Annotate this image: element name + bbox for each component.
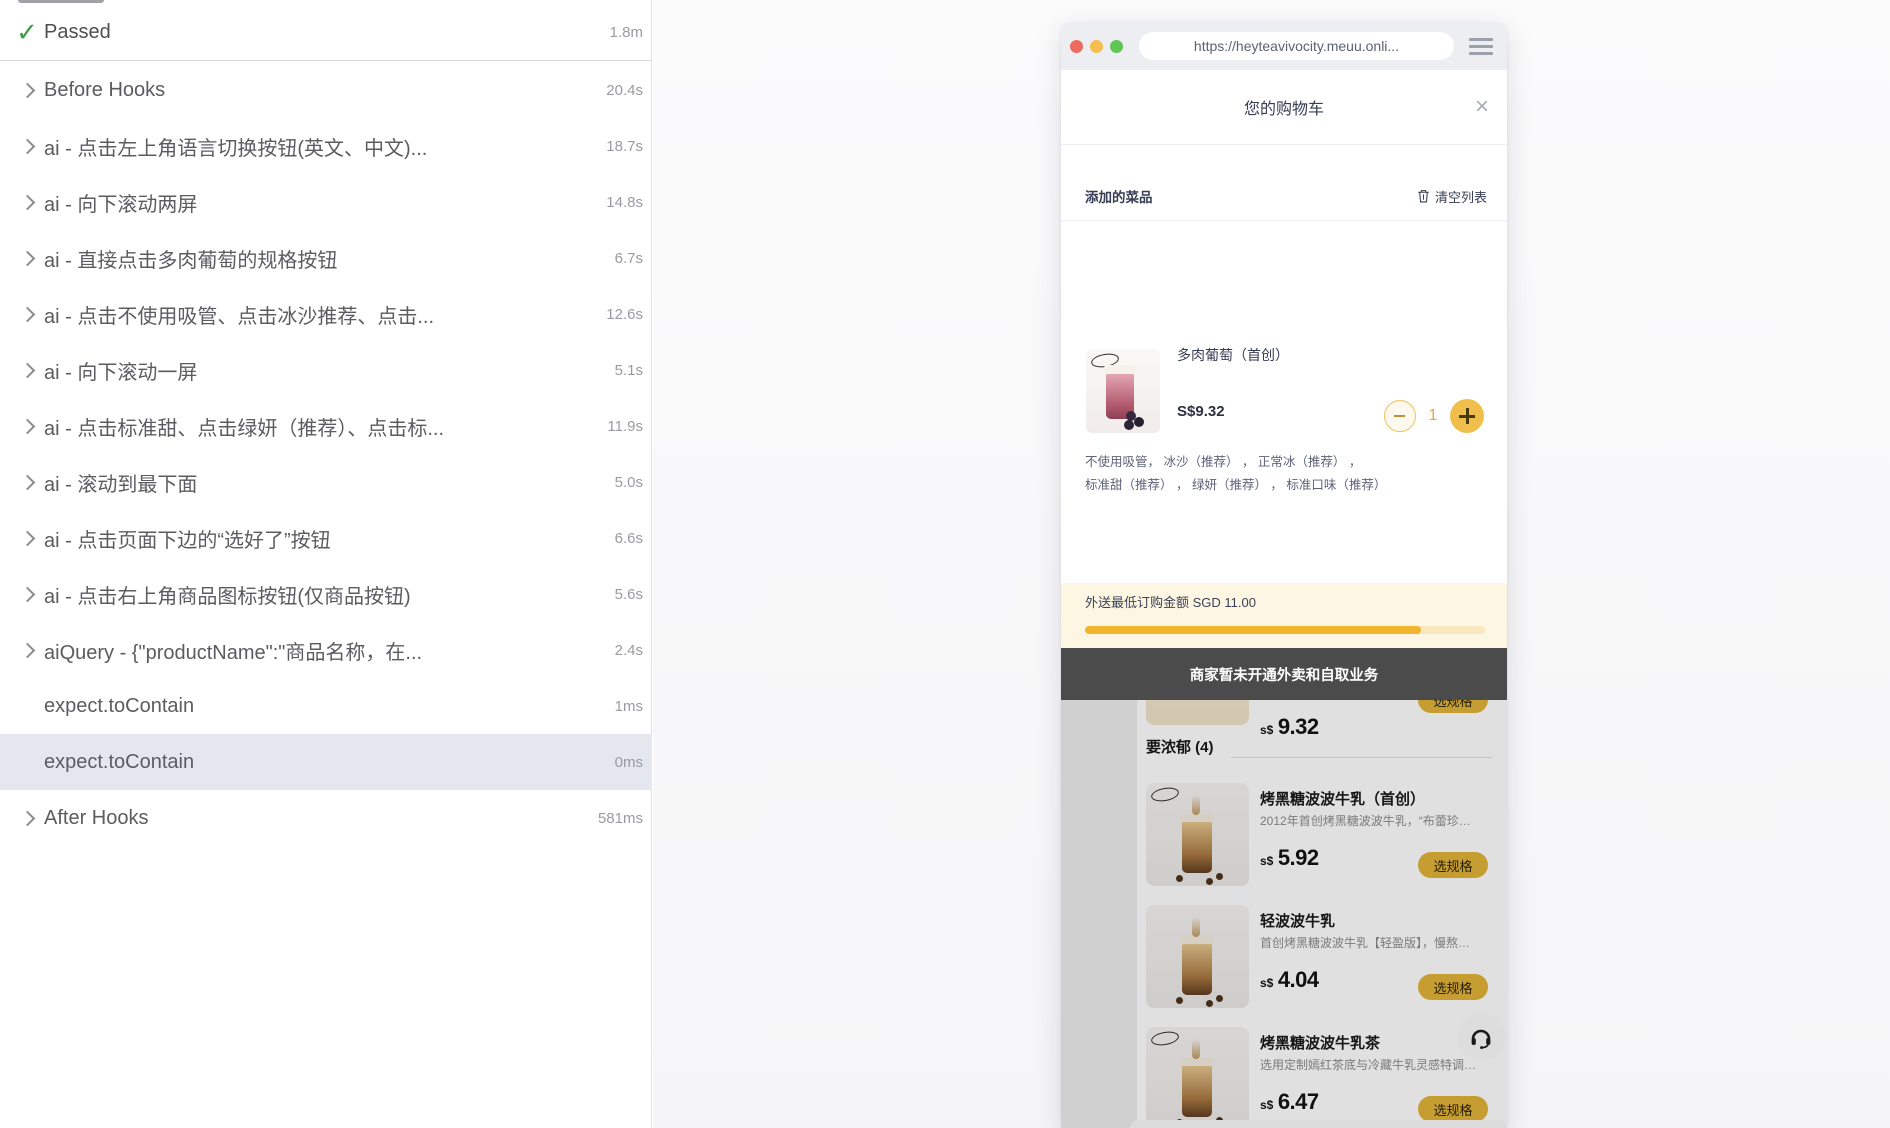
step-label: ai - 点击左上角语言切换按钮(英文、中文)... (44, 132, 427, 161)
min-order-banner: 外送最低订购金额 SGD 11.00 (1061, 583, 1507, 648)
step-label: ai - 点击页面下边的“选好了”按钮 (44, 524, 331, 553)
chevron-right-icon (10, 197, 44, 208)
chevron-right-icon (10, 365, 44, 376)
service-notice-text: 商家暂未开通外卖和自取业务 (1190, 664, 1379, 685)
step-label: expect.toContain (44, 751, 194, 774)
screen: ✓ Passed 1.8m Before Hooks 20.4s ai - 点击左上… (0, 0, 1890, 1128)
step-list: Before Hooks 20.4s ai - 点击左上角语言切换按钮(英文、中文)… (0, 62, 652, 846)
cart-section-title: 添加的菜品 (1085, 186, 1153, 206)
step-duration: 14.8s (598, 194, 643, 211)
chevron-right-icon (10, 141, 44, 152)
service-notice-bar: 商家暂未开通外卖和自取业务 (1061, 648, 1507, 700)
chevron-right-icon (10, 533, 44, 544)
step-label: ai - 滚动到最下面 (44, 468, 197, 497)
decrease-quantity-button[interactable] (1384, 400, 1416, 432)
chevron-right-icon (10, 813, 44, 824)
maximize-traffic-light[interactable] (1110, 40, 1123, 53)
step-duration: 5.1s (607, 362, 643, 379)
minimize-traffic-light[interactable] (1090, 40, 1103, 53)
scrolled-partial-element (18, 0, 104, 3)
step-row[interactable]: expect.toContain 1ms (0, 678, 652, 734)
cart-item-price: S$9.32 (1177, 403, 1225, 420)
step-row[interactable]: ai - 向下滚动一屏 5.1s (0, 342, 652, 398)
step-label: After Hooks (44, 807, 148, 830)
url-bar[interactable]: https://heyteavivocity.meuu.onli... (1139, 32, 1454, 60)
divider (0, 60, 652, 61)
chevron-right-icon (10, 421, 44, 432)
specs-line-2: 标准甜（推荐） ， 绿妍（推荐） ， 标准口味（推荐） (1085, 474, 1485, 497)
step-duration: 11.9s (599, 418, 643, 435)
step-row[interactable]: ai - 向下滚动两屏 14.8s (0, 174, 652, 230)
step-row[interactable]: ai - 点击右上角商品图标按钮(仅商品按钮) 5.6s (0, 566, 652, 622)
step-label: aiQuery - {"productName":"商品名称，在... (44, 636, 422, 665)
test-status-duration: 1.8m (610, 24, 643, 41)
step-row[interactable]: ai - 点击页面下边的“选好了”按钮 6.6s (0, 510, 652, 566)
step-row[interactable]: aiQuery - {"productName":"商品名称，在... 2.4s (0, 622, 652, 678)
step-row[interactable]: ai - 点击左上角语言切换按钮(英文、中文)... 18.7s (0, 118, 652, 174)
test-report-panel: ✓ Passed 1.8m Before Hooks 20.4s ai - 点击左上… (0, 0, 652, 1128)
specs-line-1: 不使用吸管， 冰沙（推荐） ， 正常冰（推荐） ， (1085, 451, 1485, 474)
step-label: ai - 向下滚动两屏 (44, 188, 197, 217)
chevron-right-icon (10, 589, 44, 600)
test-status-row[interactable]: ✓ Passed 1.8m (0, 4, 652, 60)
step-label: ai - 点击不使用吸管、点击冰沙推荐、点击... (44, 300, 434, 329)
step-label: ai - 直接点击多肉葡萄的规格按钮 (44, 244, 337, 273)
cart-item-name: 多肉葡萄（首创） (1177, 345, 1289, 365)
chevron-right-icon (10, 477, 44, 488)
step-duration: 6.6s (607, 530, 643, 547)
step-duration: 2.4s (607, 642, 643, 659)
min-order-progress-fill (1085, 626, 1421, 634)
step-label: ai - 向下滚动一屏 (44, 356, 197, 385)
chevron-right-icon (10, 253, 44, 264)
preview-area: https://heyteavivocity.meuu.onli... 您的购物… (653, 0, 1890, 1128)
chevron-right-icon (10, 85, 44, 96)
step-label: expect.toContain (44, 695, 194, 718)
cart-item-image (1086, 349, 1160, 433)
step-duration: 581ms (590, 810, 643, 827)
increase-quantity-button[interactable] (1450, 399, 1484, 433)
step-duration: 12.6s (598, 306, 643, 323)
close-traffic-light[interactable] (1070, 40, 1083, 53)
step-row[interactable]: Before Hooks 20.4s (0, 62, 652, 118)
step-row[interactable]: expect.toContain 0ms (0, 734, 652, 790)
step-row[interactable]: ai - 滚动到最下面 5.0s (0, 454, 652, 510)
menu-icon[interactable] (1469, 38, 1493, 55)
chevron-right-icon (10, 645, 44, 656)
step-label: ai - 点击右上角商品图标按钮(仅商品按钮) (44, 580, 411, 609)
browser-window: https://heyteavivocity.meuu.onli... 您的购物… (1061, 22, 1507, 1128)
min-order-label: 外送最低订购金额 SGD 11.00 (1085, 592, 1256, 611)
step-label: Before Hooks (44, 79, 165, 102)
cart-item-specs: 不使用吸管， 冰沙（推荐） ， 正常冰（推荐） ， 标准甜（推荐） ， 绿妍（推… (1085, 451, 1485, 497)
clear-list-label: 清空列表 (1435, 187, 1487, 206)
cart-title: 您的购物车 (1244, 95, 1324, 119)
check-icon: ✓ (10, 17, 44, 48)
browser-chrome: https://heyteavivocity.meuu.onli... (1061, 22, 1507, 70)
step-row[interactable]: After Hooks 581ms (0, 790, 652, 846)
step-row[interactable]: ai - 直接点击多肉葡萄的规格按钮 6.7s (0, 230, 652, 286)
step-duration: 5.0s (607, 474, 643, 491)
menu-page: s$ 9.32 选规格 要浓郁 (4) 烤黑糖波波牛乳（首创） 2012年首创烤… (1061, 700, 1507, 1128)
modal-scrim[interactable] (1061, 700, 1507, 1128)
cart-body: 添加的菜品 清空列表 多肉葡萄（首创） S$9.32 (1061, 145, 1507, 583)
step-duration: 6.7s (607, 250, 643, 267)
close-icon[interactable]: × (1475, 95, 1489, 119)
cart-header: 您的购物车 × (1061, 70, 1507, 145)
step-duration: 1ms (607, 698, 643, 715)
step-row[interactable]: ai - 点击不使用吸管、点击冰沙推荐、点击... 12.6s (0, 286, 652, 342)
chevron-right-icon (10, 309, 44, 320)
quantity-value: 1 (1416, 407, 1450, 425)
divider (1061, 220, 1507, 221)
step-duration: 0ms (607, 754, 643, 771)
step-duration: 18.7s (598, 138, 643, 155)
trash-icon (1417, 189, 1430, 203)
test-status-label: Passed (44, 21, 111, 44)
step-row[interactable]: ai - 点击标准甜、点击绿妍（推荐）、点击标... 11.9s (0, 398, 652, 454)
step-label: ai - 点击标准甜、点击绿妍（推荐）、点击标... (44, 412, 444, 441)
min-order-progress (1085, 626, 1485, 634)
quantity-stepper: 1 (1384, 399, 1484, 433)
clear-list-button[interactable]: 清空列表 (1417, 187, 1487, 206)
step-duration: 5.6s (607, 586, 643, 603)
step-duration: 20.4s (598, 82, 643, 99)
